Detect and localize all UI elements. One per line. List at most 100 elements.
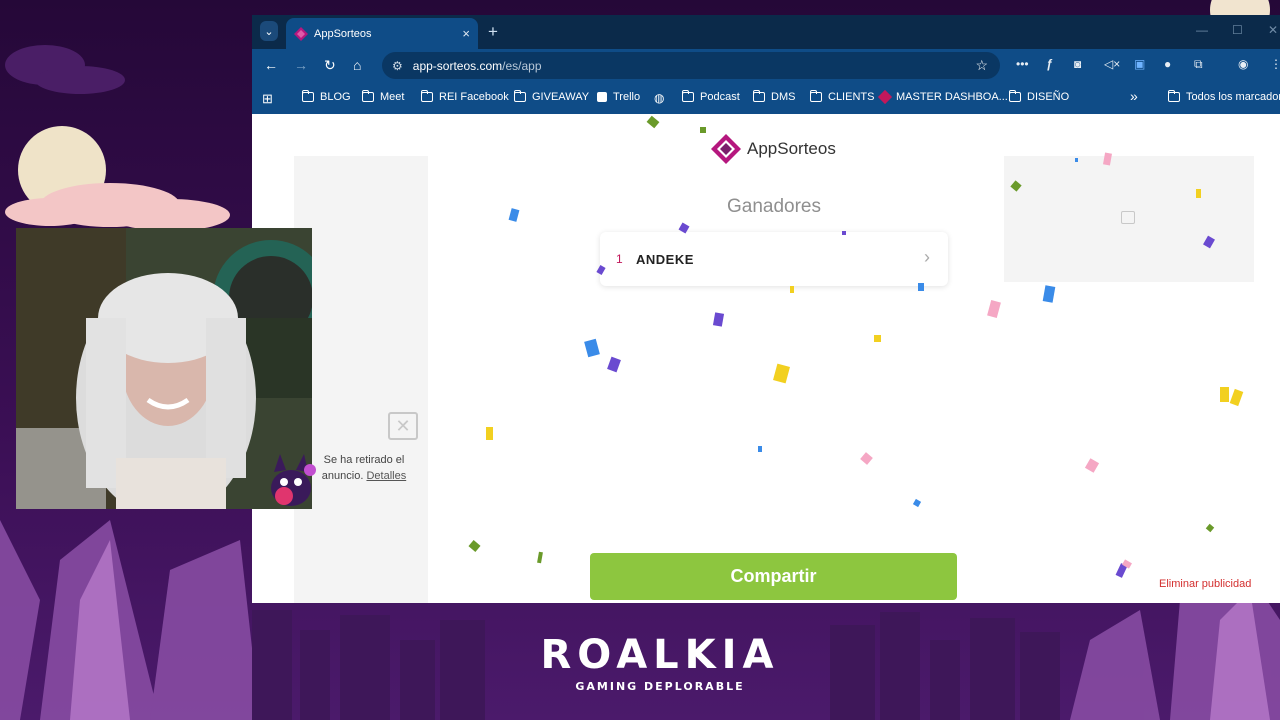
- confetti-piece: [1220, 387, 1229, 402]
- apps-grid-icon[interactable]: ⊞: [262, 91, 273, 107]
- ad-details-link[interactable]: Detalles: [366, 470, 406, 482]
- bookmark-master-dashboard[interactable]: MASTER DASHBOA...: [877, 89, 1008, 105]
- confetti-piece: [790, 286, 794, 293]
- appsorteos-logo-icon: [711, 134, 741, 164]
- bookmark-podcast[interactable]: Podcast: [682, 90, 740, 103]
- bookmark-blog[interactable]: BLOG: [302, 90, 351, 103]
- logo-text: AppSorteos: [747, 139, 836, 158]
- page-content: ✕ Se ha retirado el anuncio. Detalles Ap…: [252, 114, 1280, 603]
- extension-dots-icon[interactable]: •••: [1016, 57, 1029, 71]
- bookmark-label: DISEÑO: [1027, 91, 1070, 103]
- all-bookmarks[interactable]: Todos los marcadores: [1168, 90, 1280, 103]
- folder-icon: [421, 90, 433, 102]
- ad-removed-notice: Se ha retirado el anuncio. Detalles: [308, 452, 420, 484]
- site-info-icon[interactable]: ⚙: [392, 59, 403, 73]
- minimize-icon[interactable]: —: [1196, 23, 1208, 37]
- ad-slot-right: [1004, 156, 1254, 282]
- mascot-emote-icon: [271, 454, 316, 506]
- confetti-piece: [1084, 458, 1100, 473]
- bookmark-label: Trello: [613, 91, 641, 103]
- confetti-piece: [1205, 523, 1215, 533]
- confetti-piece: [912, 498, 922, 508]
- extension-icon[interactable]: ●: [1164, 57, 1171, 71]
- forward-arrow-icon[interactable]: →: [294, 57, 308, 73]
- winner-row[interactable]: 1 ANDEKE ›: [600, 232, 948, 286]
- url-path: /es/app: [502, 58, 542, 73]
- close-window-icon[interactable]: ✕: [1268, 23, 1278, 37]
- new-tab-button[interactable]: +: [488, 22, 498, 42]
- folder-icon: [1168, 90, 1180, 102]
- folder-icon: [362, 90, 374, 102]
- translate-icon[interactable]: ▣: [1134, 57, 1145, 71]
- folder-icon: [514, 90, 526, 102]
- share-button[interactable]: Compartir: [590, 553, 957, 600]
- confetti-piece: [987, 299, 1001, 319]
- bookmark-label: Podcast: [700, 91, 740, 103]
- winner-name: ANDEKE: [636, 251, 694, 267]
- tab-search-button[interactable]: ⌄: [260, 21, 278, 41]
- confetti-piece: [758, 446, 762, 452]
- bookmark-star-icon[interactable]: ☆: [975, 57, 988, 74]
- winner-position: 1: [616, 252, 623, 266]
- confetti-piece: [842, 231, 846, 235]
- maximize-icon[interactable]: ☐: [1232, 23, 1243, 37]
- url-host: app-sorteos.com: [412, 58, 503, 73]
- ad-slot-left: ✕ Se ha retirado el anuncio. Detalles: [294, 156, 428, 603]
- mute-icon[interactable]: ◁×: [1104, 57, 1120, 71]
- bookmarks-bar: ⊞ BLOG Meet REI Facebook GIVEAWAY Trello…: [252, 81, 1280, 114]
- confetti-piece: [700, 127, 706, 133]
- folder-icon: [682, 90, 694, 102]
- confetti-piece: [646, 115, 660, 129]
- bookmark-globe-icon[interactable]: ◍: [654, 91, 664, 105]
- confetti-piece: [773, 363, 790, 384]
- bookmark-label: BLOG: [320, 91, 351, 103]
- bookmark-diseno[interactable]: DISEÑO: [1009, 90, 1070, 103]
- address-bar[interactable]: ⚙ app-sorteos.com /es/app ☆: [382, 52, 1000, 79]
- confetti-piece: [584, 338, 600, 358]
- bookmark-dms[interactable]: DMS: [753, 90, 795, 103]
- camera-icon[interactable]: ◙: [1074, 57, 1081, 71]
- browser-window: ⌄ AppSorteos × + — ☐ ✕ ← → ↻ ⌂ ⚙ app-sor…: [252, 15, 1280, 603]
- menu-kebab-icon[interactable]: ⋮: [1270, 57, 1280, 71]
- ad-placeholder-icon: ✕: [388, 412, 418, 440]
- close-tab-icon[interactable]: ×: [462, 26, 470, 41]
- trello-icon: [597, 92, 607, 102]
- bookmark-meet[interactable]: Meet: [362, 90, 405, 103]
- confetti-piece: [468, 540, 481, 552]
- tab-title: AppSorteos: [314, 27, 372, 40]
- bookmark-giveaway[interactable]: GIVEAWAY: [514, 90, 590, 103]
- confetti-piece: [712, 312, 725, 327]
- confetti-piece: [1196, 189, 1201, 198]
- remove-ads-link[interactable]: Eliminar publicidad: [1159, 578, 1251, 590]
- brand-subtitle: GAMING DEPLORABLE: [575, 680, 745, 693]
- folder-icon: [810, 90, 822, 102]
- bookmark-label: REI Facebook: [439, 91, 509, 103]
- puzzle-icon[interactable]: ⧉: [1194, 57, 1203, 72]
- confetti-piece: [1075, 158, 1078, 162]
- ad-placeholder-icon: [1121, 211, 1135, 224]
- bookmark-label: Todos los marcadores: [1186, 91, 1280, 103]
- profile-avatar[interactable]: ◉: [1238, 57, 1248, 71]
- more-bookmarks-icon[interactable]: »: [1130, 88, 1138, 104]
- bookmark-label: CLIENTS: [828, 91, 875, 103]
- bookmark-label: GIVEAWAY: [532, 91, 590, 103]
- tab-appsorteos[interactable]: AppSorteos ×: [286, 18, 478, 49]
- back-arrow-icon[interactable]: ←: [264, 57, 278, 73]
- toolbar: ← → ↻ ⌂ ⚙ app-sorteos.com /es/app ☆ ••• …: [252, 49, 1280, 81]
- bookmark-label: MASTER DASHBOA...: [896, 91, 1008, 103]
- formula-extension-icon[interactable]: ƒ: [1046, 57, 1053, 71]
- confetti-piece: [1042, 285, 1056, 303]
- bookmark-trello[interactable]: Trello: [597, 91, 640, 103]
- reload-icon[interactable]: ↻: [324, 57, 336, 74]
- bookmark-rei-facebook[interactable]: REI Facebook: [421, 90, 509, 103]
- chevron-right-icon: ›: [924, 247, 930, 267]
- appsorteos-favicon-icon: [294, 26, 308, 41]
- confetti-piece: [486, 427, 493, 440]
- appsorteos-logo[interactable]: AppSorteos: [711, 134, 836, 164]
- confetti-piece: [1229, 388, 1244, 407]
- bookmark-clients[interactable]: CLIENTS: [810, 90, 875, 103]
- confetti-piece: [537, 551, 543, 564]
- home-icon[interactable]: ⌂: [353, 57, 361, 73]
- bookmark-label: Meet: [380, 91, 405, 103]
- folder-icon: [302, 90, 314, 102]
